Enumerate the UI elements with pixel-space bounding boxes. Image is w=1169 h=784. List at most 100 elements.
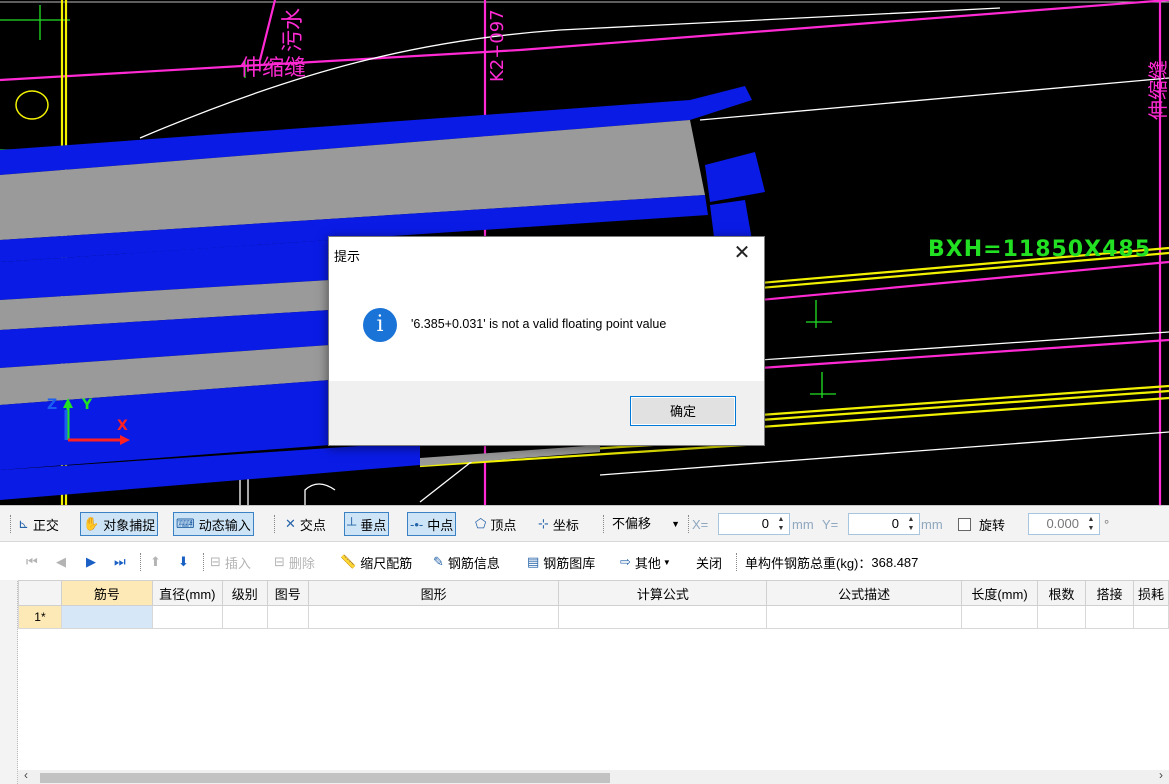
- rotate-unit: °: [1104, 516, 1110, 532]
- ruler-icon: 📏: [340, 554, 357, 569]
- column-header[interactable]: 图形: [307, 580, 560, 606]
- keyboard-icon: ⌨: [176, 516, 195, 531]
- table-cell[interactable]: [1132, 605, 1169, 629]
- table-cell[interactable]: [961, 605, 1038, 629]
- y-label: Y=: [822, 516, 839, 532]
- sewage-pipe-label: 污水: [281, 8, 306, 52]
- table-cell[interactable]: [60, 605, 153, 629]
- vertex-snap-button[interactable]: ⬠ 顶点: [475, 512, 516, 536]
- column-header[interactable]: 直径(mm): [151, 580, 223, 606]
- station-label: K2+097: [487, 9, 508, 82]
- y-unit: mm: [921, 516, 943, 532]
- midpoint-snap-button[interactable]: -•- 中点: [407, 512, 457, 536]
- table-row[interactable]: 1*: [18, 605, 1169, 629]
- column-header[interactable]: 长度(mm): [961, 580, 1038, 606]
- close-button[interactable]: 关闭: [696, 550, 722, 574]
- message-dialog: 提示 ✕ i '6.385+0.031' is not a valid floa…: [328, 236, 765, 446]
- delete-icon: ⊟: [274, 554, 285, 569]
- spinner-icon[interactable]: ▲ ▼: [905, 515, 917, 533]
- table-cell[interactable]: [151, 605, 223, 629]
- table-cell[interactable]: [1037, 605, 1086, 629]
- ok-button[interactable]: 确定: [630, 396, 736, 426]
- rebar-toolbar: ⏮ ◀ ▶ ⏭ ⬆ ⬇ ⊟ 插入 ⊟ 删除 📏 缩尺配筋 ✎ 钢筋信息 ▤ 钢筋图库 ⇨ 其…: [0, 542, 1169, 580]
- svg-text:X: X: [117, 418, 128, 434]
- rebar-table: 筋号 直径(mm) 级别 图号 图形 计算公式 公式描述 长度(mm) 根数 搭…: [18, 580, 1169, 784]
- scroll-right-icon[interactable]: ›: [1159, 768, 1163, 782]
- expansion-joint-label-right: 伸缩缝: [1146, 60, 1169, 120]
- dialog-title: 提示: [334, 249, 361, 264]
- table-cell[interactable]: [766, 605, 963, 629]
- insert-button[interactable]: ⊟ 插入: [210, 550, 251, 574]
- perpendicular-snap-button[interactable]: ┴ 垂点: [344, 512, 390, 536]
- dimension-bxh-label: BXH=11850X485: [928, 237, 1151, 262]
- rebar-info-button[interactable]: ✎ 钢筋信息: [433, 550, 500, 574]
- table-cell[interactable]: [221, 605, 268, 629]
- row-index[interactable]: 1*: [18, 605, 62, 629]
- column-header[interactable]: 搭接: [1084, 580, 1134, 606]
- table-header-row: 筋号 直径(mm) 级别 图号 图形 计算公式 公式描述 长度(mm) 根数 搭…: [18, 580, 1169, 606]
- table-cell[interactable]: [307, 605, 560, 629]
- table-cell[interactable]: [1084, 605, 1134, 629]
- scale-rebar-button[interactable]: 📏 缩尺配筋: [340, 550, 412, 574]
- column-header[interactable]: 级别: [221, 580, 268, 606]
- rebar-library-button[interactable]: ▤ 钢筋图库: [527, 550, 595, 574]
- next-record-icon[interactable]: ▶: [86, 550, 96, 574]
- info-icon: i: [363, 308, 397, 342]
- midpoint-icon: -•-: [410, 516, 424, 532]
- dynamic-input-toggle[interactable]: ⌨ 动态输入: [173, 512, 254, 536]
- object-snap-toggle[interactable]: ✋ 对象捕捉: [80, 512, 159, 536]
- x-label: X=: [692, 516, 709, 532]
- rebar-info-icon: ✎: [433, 554, 444, 569]
- rotate-angle-input[interactable]: 0.000 ▲ ▼: [1028, 513, 1100, 535]
- other-menu-button[interactable]: ⇨ 其他 ▼: [620, 550, 671, 574]
- magnet-icon: ✋: [83, 516, 100, 531]
- ortho-icon: ⊾: [18, 516, 29, 531]
- checkbox-icon: [958, 517, 971, 531]
- horizontal-scrollbar[interactable]: ‹ ›: [18, 768, 1169, 784]
- table-cell[interactable]: [266, 605, 309, 629]
- offset-mode-select[interactable]: 不偏移 ▼: [612, 513, 684, 535]
- snap-toolbar: ⊾ 正交 ✋ 对象捕捉 ⌨ 动态输入 ✕ 交点 ┴ 垂点 -•- 中点 ⬠ 顶点 ⊹ 坐标 不偏…: [0, 505, 1169, 542]
- ortho-toggle[interactable]: ⊾ 正交: [18, 512, 59, 536]
- intersection-icon: ✕: [285, 516, 296, 531]
- spinner-icon[interactable]: ▲ ▼: [1085, 515, 1097, 533]
- row-header-corner: [18, 580, 62, 606]
- column-header[interactable]: 损耗: [1132, 580, 1169, 606]
- spinner-icon[interactable]: ▲ ▼: [775, 515, 787, 533]
- delete-button[interactable]: ⊟ 删除: [274, 550, 315, 574]
- prev-record-icon[interactable]: ◀: [56, 550, 66, 574]
- library-icon: ▤: [527, 554, 540, 569]
- x-unit: mm: [792, 516, 814, 532]
- last-record-icon[interactable]: ⏭: [114, 550, 126, 574]
- chevron-down-icon: ▼: [662, 557, 671, 567]
- dialog-message: '6.385+0.031' is not a valid floating po…: [411, 317, 667, 331]
- rotate-checkbox[interactable]: 旋转: [958, 512, 1005, 536]
- coordinate-icon: ⊹: [538, 516, 549, 531]
- x-coordinate-input[interactable]: 0 ▲ ▼: [718, 513, 790, 535]
- move-up-icon[interactable]: ⬆: [150, 550, 161, 574]
- dialog-footer: 确定: [329, 381, 764, 445]
- scroll-left-icon[interactable]: ‹: [24, 768, 28, 782]
- column-header[interactable]: 筋号: [60, 580, 153, 606]
- y-coordinate-input[interactable]: 0 ▲ ▼: [848, 513, 920, 535]
- table-cell[interactable]: [558, 605, 768, 629]
- scrollbar-thumb[interactable]: [40, 773, 610, 783]
- expansion-joint-label: 伸缩缝: [240, 56, 306, 81]
- dialog-titlebar[interactable]: 提示 ✕: [329, 237, 764, 269]
- total-weight: 单构件钢筋总重(kg)： 368.487: [745, 554, 919, 571]
- vertex-icon: ⬠: [475, 516, 487, 531]
- perpendicular-icon: ┴: [347, 516, 357, 532]
- column-header[interactable]: 公式描述: [766, 580, 963, 606]
- insert-icon: ⊟: [210, 554, 221, 569]
- svg-text:Z: Z: [47, 397, 57, 413]
- chevron-down-icon: ▼: [671, 519, 680, 529]
- column-header[interactable]: 图号: [266, 580, 309, 606]
- coordinate-snap-button[interactable]: ⊹ 坐标: [538, 512, 579, 536]
- first-record-icon[interactable]: ⏮: [26, 550, 38, 574]
- move-down-icon[interactable]: ⬇: [178, 550, 189, 574]
- intersection-snap-button[interactable]: ✕ 交点: [285, 512, 326, 536]
- column-header[interactable]: 根数: [1037, 580, 1086, 606]
- column-header[interactable]: 计算公式: [558, 580, 768, 606]
- dialog-close-button[interactable]: ✕: [720, 237, 764, 269]
- svg-text:Y: Y: [81, 397, 93, 413]
